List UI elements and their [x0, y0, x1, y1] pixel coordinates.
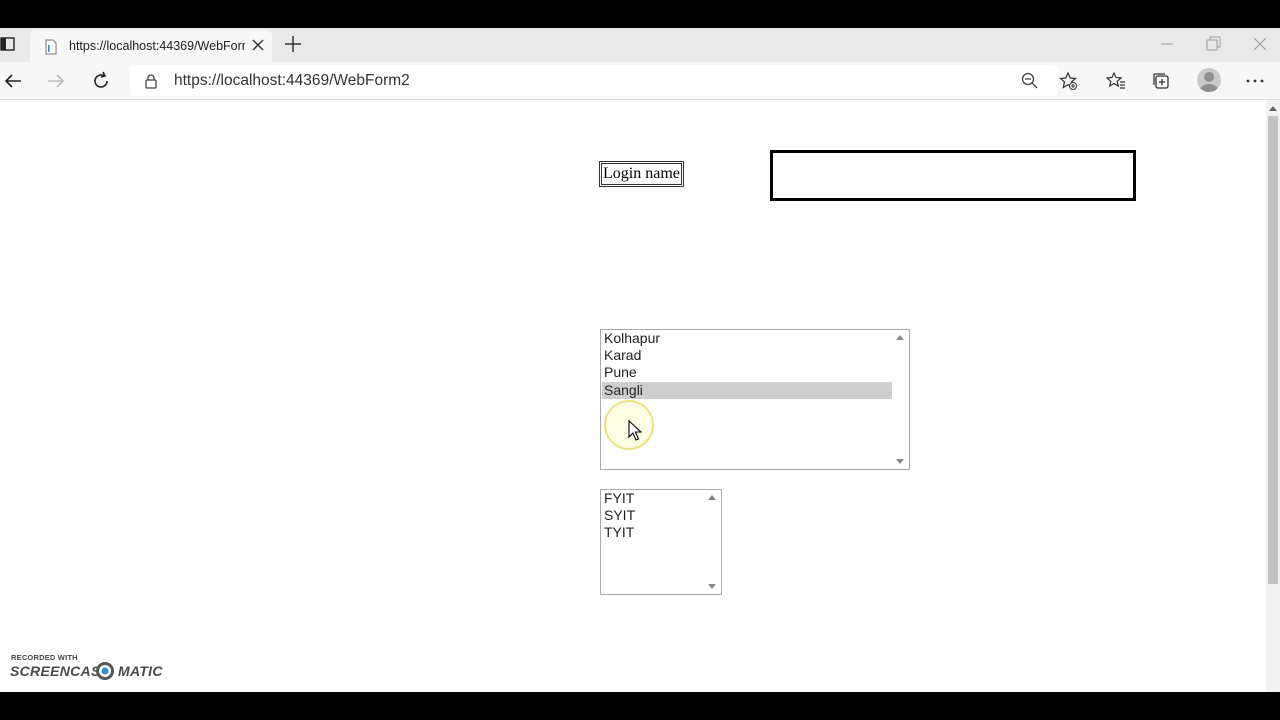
minimize-icon[interactable] — [1157, 34, 1177, 54]
page-icon — [45, 39, 57, 55]
scrollbar-thumb[interactable] — [1268, 116, 1278, 584]
scroll-down-icon[interactable] — [708, 584, 716, 590]
page-viewport: Login name Kolhapur Karad Pune Sangli FY… — [0, 100, 1280, 692]
screencast-logo-icon — [96, 662, 114, 680]
course-listbox[interactable]: FYIT SYIT TYIT — [600, 489, 722, 595]
close-tab-icon[interactable] — [250, 37, 266, 53]
scroll-up-icon[interactable] — [896, 334, 904, 340]
list-item[interactable]: TYIT — [602, 524, 705, 541]
list-item[interactable]: Karad — [602, 347, 892, 364]
add-favorite-icon[interactable] — [1058, 71, 1078, 91]
watermark-right-text: MATIC — [118, 663, 163, 679]
list-item[interactable]: Pune — [602, 364, 892, 381]
new-tab-icon[interactable] — [282, 33, 304, 55]
screen-bottom-border — [0, 692, 1280, 720]
tab-title: https://localhost:44369/WebForm2 — [69, 39, 245, 53]
favorites-icon[interactable] — [1106, 71, 1126, 91]
address-bar[interactable]: https://localhost:44369/WebForm2 — [130, 65, 1058, 96]
lock-icon[interactable] — [144, 73, 158, 89]
tab-strip: https://localhost:44369/WebForm2 — [0, 28, 1280, 62]
login-name-label: Login name — [599, 161, 684, 187]
watermark-top-text: RECORDED WITH — [11, 653, 78, 662]
list-item[interactable]: SYIT — [602, 507, 705, 524]
scroll-down-icon[interactable] — [896, 459, 904, 465]
collections-icon[interactable] — [1151, 71, 1171, 91]
screencast-watermark: RECORDED WITH SCREENCAST MATIC — [10, 653, 170, 687]
page-scrollbar[interactable] — [1266, 100, 1280, 692]
mouse-cursor-icon — [628, 420, 642, 441]
profile-avatar-icon — [1199, 72, 1219, 92]
profile-icon[interactable] — [1197, 68, 1221, 92]
restore-icon[interactable] — [1203, 34, 1223, 54]
zoom-out-icon[interactable] — [1020, 71, 1040, 91]
more-icon[interactable] — [1245, 71, 1265, 91]
back-icon[interactable] — [2, 70, 24, 92]
scroll-up-icon[interactable] — [708, 494, 716, 500]
url-text: https://localhost:44369/WebForm2 — [174, 72, 410, 89]
refresh-icon[interactable] — [90, 70, 112, 92]
browser-tab[interactable]: https://localhost:44369/WebForm2 — [30, 30, 272, 62]
listbox-scrollbar[interactable] — [704, 490, 721, 594]
list-item[interactable]: FYIT — [602, 490, 705, 507]
tab-actions-icon[interactable] — [0, 36, 16, 52]
login-name-input[interactable] — [770, 150, 1136, 201]
forward-icon[interactable] — [45, 70, 67, 92]
screen-top-border — [0, 0, 1280, 28]
city-listbox[interactable]: Kolhapur Karad Pune Sangli — [600, 329, 910, 470]
list-item-selected[interactable]: Sangli — [602, 381, 892, 399]
list-item[interactable]: Kolhapur — [602, 330, 892, 347]
scroll-up-icon[interactable] — [1269, 104, 1277, 112]
listbox-scrollbar[interactable] — [892, 330, 909, 469]
navigation-bar: https://localhost:44369/WebForm2 — [0, 62, 1280, 100]
close-window-icon[interactable] — [1250, 34, 1270, 54]
